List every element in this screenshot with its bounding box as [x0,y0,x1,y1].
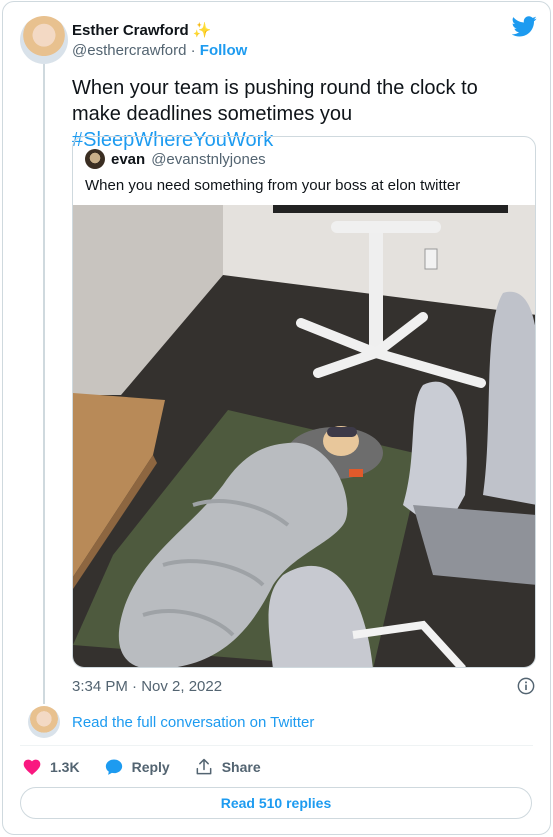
share-icon [196,758,212,775]
author-name-row[interactable]: Esther Crawford ✨ [72,21,212,40]
reply-label: Reply [131,759,170,775]
action-bar: 1.3K Reply Share [22,757,261,777]
quoted-photo[interactable] [73,205,536,668]
read-replies-button[interactable]: Read 510 replies [20,787,532,819]
photo-outlet [424,248,438,270]
like-count: 1.3K [50,759,80,775]
author-name[interactable]: Esther Crawford [72,22,189,39]
read-conversation-link[interactable]: Read the full conversation on Twitter [72,714,314,731]
thread-line [43,64,45,704]
share-label: Share [221,759,261,775]
quoted-name: evan [111,150,146,168]
photo-tv-mount [331,221,441,233]
conversation-avatar[interactable] [28,706,60,738]
photo-stand-pole [369,233,383,353]
quoted-avatar [85,149,105,169]
reply-bubble-icon [105,759,122,775]
divider [20,745,533,746]
reply-button[interactable]: Reply [104,757,170,777]
quoted-tweet[interactable]: evan @evanstnlyjones When you need somet… [72,136,536,668]
like-button[interactable]: 1.3K [22,757,80,777]
quoted-handle: @evanstnlyjones [151,150,266,168]
tweet-timestamp[interactable]: 3:34 PM · Nov 2, 2022 [72,678,222,695]
photo-eyemask [327,427,357,437]
photo-tv-bottom [273,205,508,213]
share-button[interactable]: Share [194,757,261,777]
quoted-text: When you need something from your boss a… [85,177,461,194]
tweet-text-body: When your team is pushing round the cloc… [72,77,478,125]
author-handle-row: @esthercrawford · Follow [72,42,247,59]
author-avatar[interactable] [20,16,68,64]
quoted-tweet-header: evan @evanstnlyjones [85,149,266,169]
author-handle[interactable]: @esthercrawford [72,42,186,59]
heart-icon [23,759,41,775]
twitter-bird-icon[interactable] [512,16,537,37]
photo-tag [349,469,363,477]
info-icon[interactable] [517,677,535,695]
sparkle-emoji: ✨ [192,22,212,39]
handle-separator: · [190,42,196,59]
follow-link[interactable]: Follow [200,42,248,59]
